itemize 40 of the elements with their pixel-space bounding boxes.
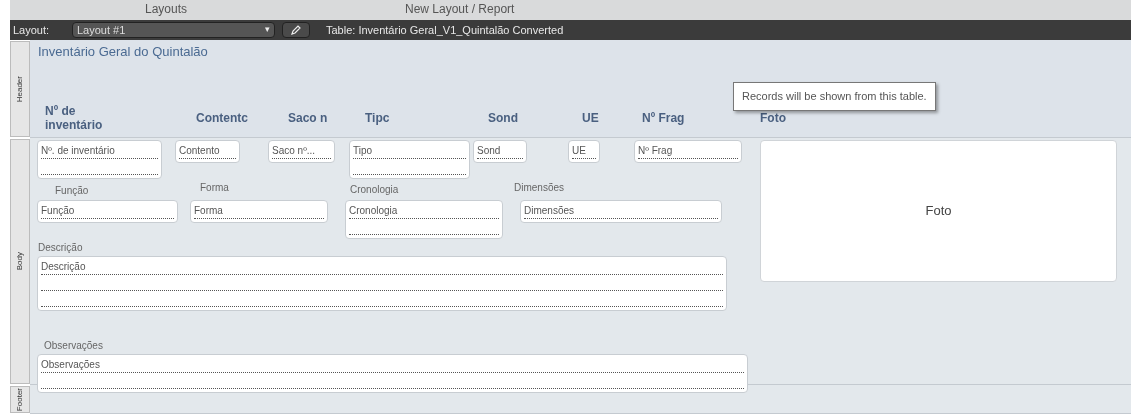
part-tab[interactable]: Footer <box>10 386 30 413</box>
toolbar-tab[interactable]: Layouts <box>145 1 188 17</box>
layout-field[interactable]: Função <box>37 200 178 223</box>
field-label: Função <box>55 184 89 198</box>
layout-title: Inventário Geral do Quintalão <box>38 43 208 61</box>
part-tab[interactable]: Body <box>10 139 30 384</box>
layout-field[interactable]: Saco nº... <box>268 140 335 163</box>
column-label: Contentc <box>196 111 248 125</box>
layout-field[interactable]: Descrição <box>37 256 727 311</box>
tooltip: Records will be shown from this table. <box>733 82 936 111</box>
column-label: UE <box>582 111 599 125</box>
field-label: Dimensões <box>514 181 565 195</box>
layout-field[interactable]: Forma <box>190 200 328 223</box>
layout-field[interactable]: Contento <box>175 140 240 163</box>
column-label: Nº de inventário <box>45 104 104 132</box>
table-name: Table: Inventário Geral_V1_Quintalão Converted <box>326 23 564 38</box>
layout-field[interactable]: UE <box>568 140 600 163</box>
pencil-icon <box>290 24 302 36</box>
layout-field[interactable]: Cronologia <box>345 200 503 239</box>
part-tab[interactable]: Header <box>10 41 30 137</box>
column-label: Tipc <box>365 111 390 125</box>
layout-field[interactable]: Nº. de inventário <box>37 140 162 179</box>
column-label: Sond <box>488 111 518 125</box>
layout-field[interactable]: Nº Frag <box>634 140 742 163</box>
layout-field[interactable]: Sond <box>473 140 527 163</box>
column-label: Nº Frag <box>642 111 685 125</box>
photo-label: Foto <box>925 202 952 221</box>
layout-label: Layout: <box>13 23 50 38</box>
toolbar-tab[interactable]: New Layout / Report <box>405 1 515 17</box>
layout-field[interactable]: Observações <box>37 354 748 393</box>
layout-field[interactable]: Tipo <box>349 140 470 179</box>
layout-field[interactable]: Dimensões <box>520 200 722 223</box>
edit-button[interactable] <box>282 22 310 38</box>
layout-dropdown[interactable]: Layout #1 ▾ <box>72 22 275 38</box>
field-label: Forma <box>200 181 229 195</box>
field-label: Observações <box>44 339 103 353</box>
column-label: Saco n <box>288 111 328 125</box>
column-label: Foto <box>760 111 786 125</box>
field-label: Descrição <box>38 241 83 255</box>
field-label: Cronologia <box>350 183 399 197</box>
